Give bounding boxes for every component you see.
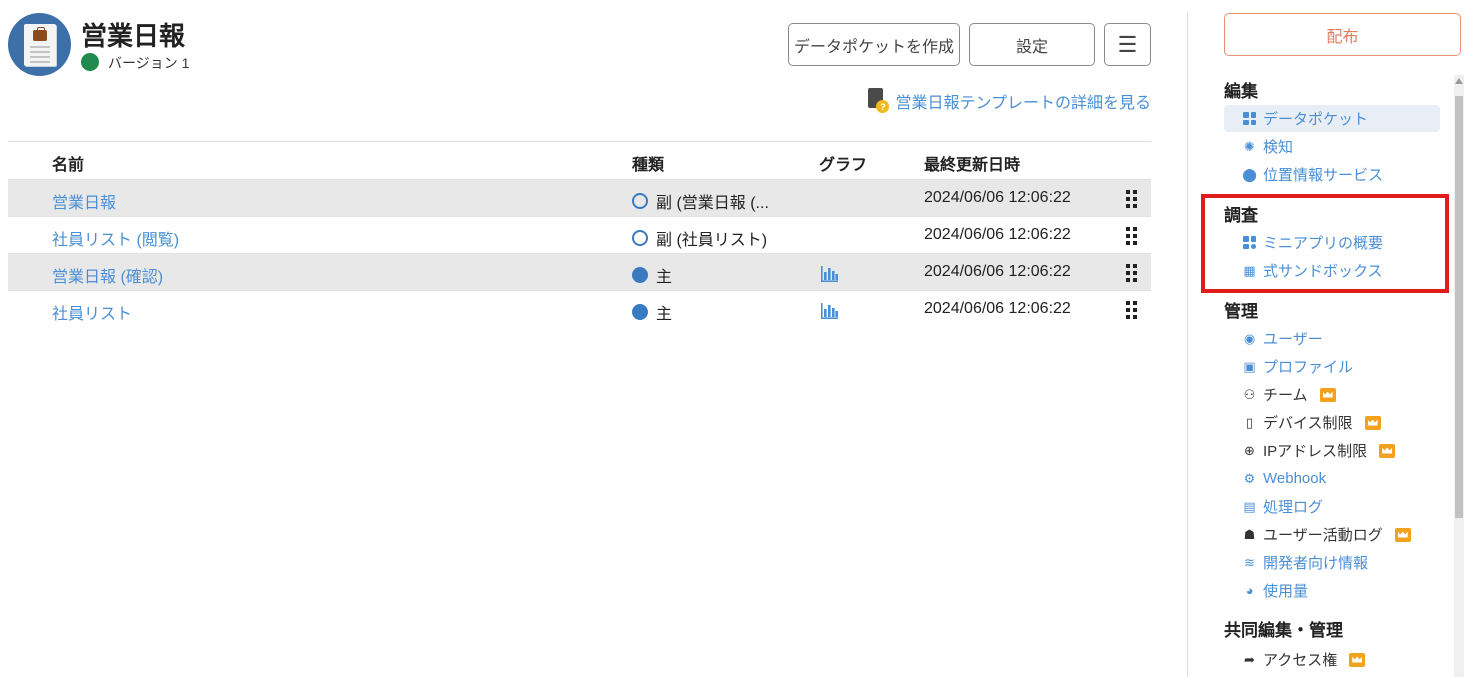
- report-document-icon: [24, 24, 56, 66]
- header-kind: 種類: [632, 157, 665, 174]
- layers-icon: ≋: [1244, 554, 1255, 570]
- lightbulb-icon: ✺: [1244, 138, 1255, 154]
- row-name-link[interactable]: 社員リスト (閲覧): [52, 226, 179, 250]
- profile-card-icon: ▣: [1243, 358, 1256, 374]
- sidebar-item-profile[interactable]: ▣ プロファイル: [1224, 353, 1440, 380]
- publish-button[interactable]: 配布: [1224, 13, 1461, 56]
- log-icon: ▤: [1243, 498, 1256, 514]
- premium-crown-icon: [1349, 652, 1366, 667]
- table-row: 社員リスト 主 2024/06/06 12:06:22: [8, 290, 1151, 327]
- row-kind: 副 (営業日報 (...: [632, 189, 769, 213]
- header-graph: グラフ: [819, 157, 868, 174]
- version-label: バージョン 1: [108, 55, 190, 71]
- premium-crown-icon: [1379, 443, 1396, 458]
- table-row: 営業日報 副 (営業日報 (... 2024/06/06 12:06:22: [8, 179, 1151, 216]
- premium-crown-icon: [1394, 527, 1411, 542]
- bar-chart-icon[interactable]: [821, 303, 838, 324]
- sidebar-item-developer-info[interactable]: ≋ 開発者向け情報: [1224, 549, 1440, 576]
- sidebar-item-access-rights[interactable]: ➦ アクセス権: [1224, 646, 1440, 673]
- user-circle-icon: ◉: [1243, 330, 1256, 346]
- drag-handle-icon[interactable]: [1126, 301, 1140, 319]
- main-circle-icon: [632, 267, 648, 283]
- sidebar-item-device-limit[interactable]: ▯ デバイス制限: [1224, 409, 1440, 436]
- usage-icon: ◕: [1245, 583, 1254, 598]
- settings-button[interactable]: 設定: [969, 23, 1095, 66]
- row-updated: 2024/06/06 12:06:22: [924, 226, 1071, 243]
- scroll-up-arrow-icon[interactable]: [1455, 78, 1463, 84]
- section-manage: 管理: [1224, 302, 1258, 321]
- main-circle-icon: [632, 304, 648, 320]
- app-icon: [8, 13, 71, 76]
- team-icon: ⚇: [1243, 386, 1256, 402]
- section-edit: 編集: [1224, 82, 1258, 101]
- sidebar-item-process-log[interactable]: ▤ 処理ログ: [1224, 493, 1440, 520]
- sidebar-item-team[interactable]: ⚇ チーム: [1224, 381, 1440, 408]
- row-updated: 2024/06/06 12:06:22: [924, 189, 1071, 206]
- globe-icon: ⊕: [1244, 442, 1255, 458]
- sub-circle-icon: [632, 193, 648, 209]
- row-kind: 副 (社員リスト): [632, 226, 767, 250]
- drag-handle-icon[interactable]: [1126, 190, 1140, 208]
- location-pin-icon: ⬤: [1242, 166, 1257, 182]
- drag-handle-icon[interactable]: [1126, 227, 1140, 245]
- sidebar-item-user-activity-log[interactable]: ☗ ユーザー活動ログ: [1224, 521, 1440, 548]
- scrollbar-thumb[interactable]: [1455, 96, 1463, 518]
- create-datapocket-button[interactable]: データポケットを作成: [788, 23, 960, 66]
- sidebar-item-datapocket[interactable]: データポケット: [1224, 105, 1440, 132]
- row-updated: 2024/06/06 12:06:22: [924, 300, 1071, 317]
- drag-handle-icon[interactable]: [1126, 264, 1140, 282]
- template-link-label: 営業日報テンプレートの詳細を見る: [895, 95, 1151, 112]
- app-title: 営業日報: [81, 21, 186, 51]
- row-kind: 主: [632, 263, 672, 287]
- device-icon: ▯: [1245, 414, 1254, 430]
- datapocket-table: 名前 種類 グラフ 最終更新日時 営業日報 副 (営業日報 (... 2024/…: [8, 141, 1151, 327]
- section-shared: 共同編集・管理: [1224, 621, 1343, 640]
- premium-crown-icon: [1319, 387, 1336, 402]
- row-kind: 主: [632, 300, 672, 324]
- table-header: 名前 種類 グラフ 最終更新日時: [8, 142, 1151, 179]
- sidebar-divider: [1187, 12, 1188, 677]
- row-name-link[interactable]: 営業日報 (確認): [52, 263, 163, 287]
- share-arrow-icon: ➦: [1244, 651, 1255, 667]
- book-help-icon: ?: [867, 88, 890, 114]
- sidebar-item-webhook[interactable]: ⚙ Webhook: [1224, 465, 1440, 492]
- sidebar-item-usage[interactable]: ◕ 使用量: [1224, 577, 1440, 604]
- template-details-link[interactable]: ? 営業日報テンプレートの詳細を見る: [867, 88, 1151, 114]
- header-updated: 最終更新日時: [924, 157, 1021, 174]
- bar-chart-icon[interactable]: [821, 266, 838, 287]
- grid-icon: [1242, 111, 1257, 126]
- row-name-link[interactable]: 社員リスト: [52, 300, 132, 324]
- table-row: 社員リスト (閲覧) 副 (社員リスト) 2024/06/06 12:06:22: [8, 216, 1151, 253]
- sub-circle-icon: [632, 230, 648, 246]
- highlight-box: [1201, 194, 1449, 293]
- premium-crown-icon: [1364, 415, 1381, 430]
- gears-icon: ⚙: [1243, 470, 1256, 486]
- version-status-dot: [81, 53, 99, 71]
- row-updated: 2024/06/06 12:06:22: [924, 263, 1071, 280]
- user-activity-icon: ☗: [1243, 526, 1256, 542]
- sidebar-item-ip-limit[interactable]: ⊕ IPアドレス制限: [1224, 437, 1440, 464]
- table-row: 営業日報 (確認) 主 2024/06/06 12:06:22: [8, 253, 1151, 290]
- header-name: 名前: [52, 157, 85, 174]
- menu-button[interactable]: ☰: [1104, 23, 1151, 66]
- sidebar-item-users[interactable]: ◉ ユーザー: [1224, 325, 1440, 352]
- sidebar-item-detect[interactable]: ✺ 検知: [1224, 133, 1440, 160]
- sidebar-item-location[interactable]: ⬤ 位置情報サービス: [1224, 161, 1440, 188]
- row-name-link[interactable]: 営業日報: [52, 189, 116, 213]
